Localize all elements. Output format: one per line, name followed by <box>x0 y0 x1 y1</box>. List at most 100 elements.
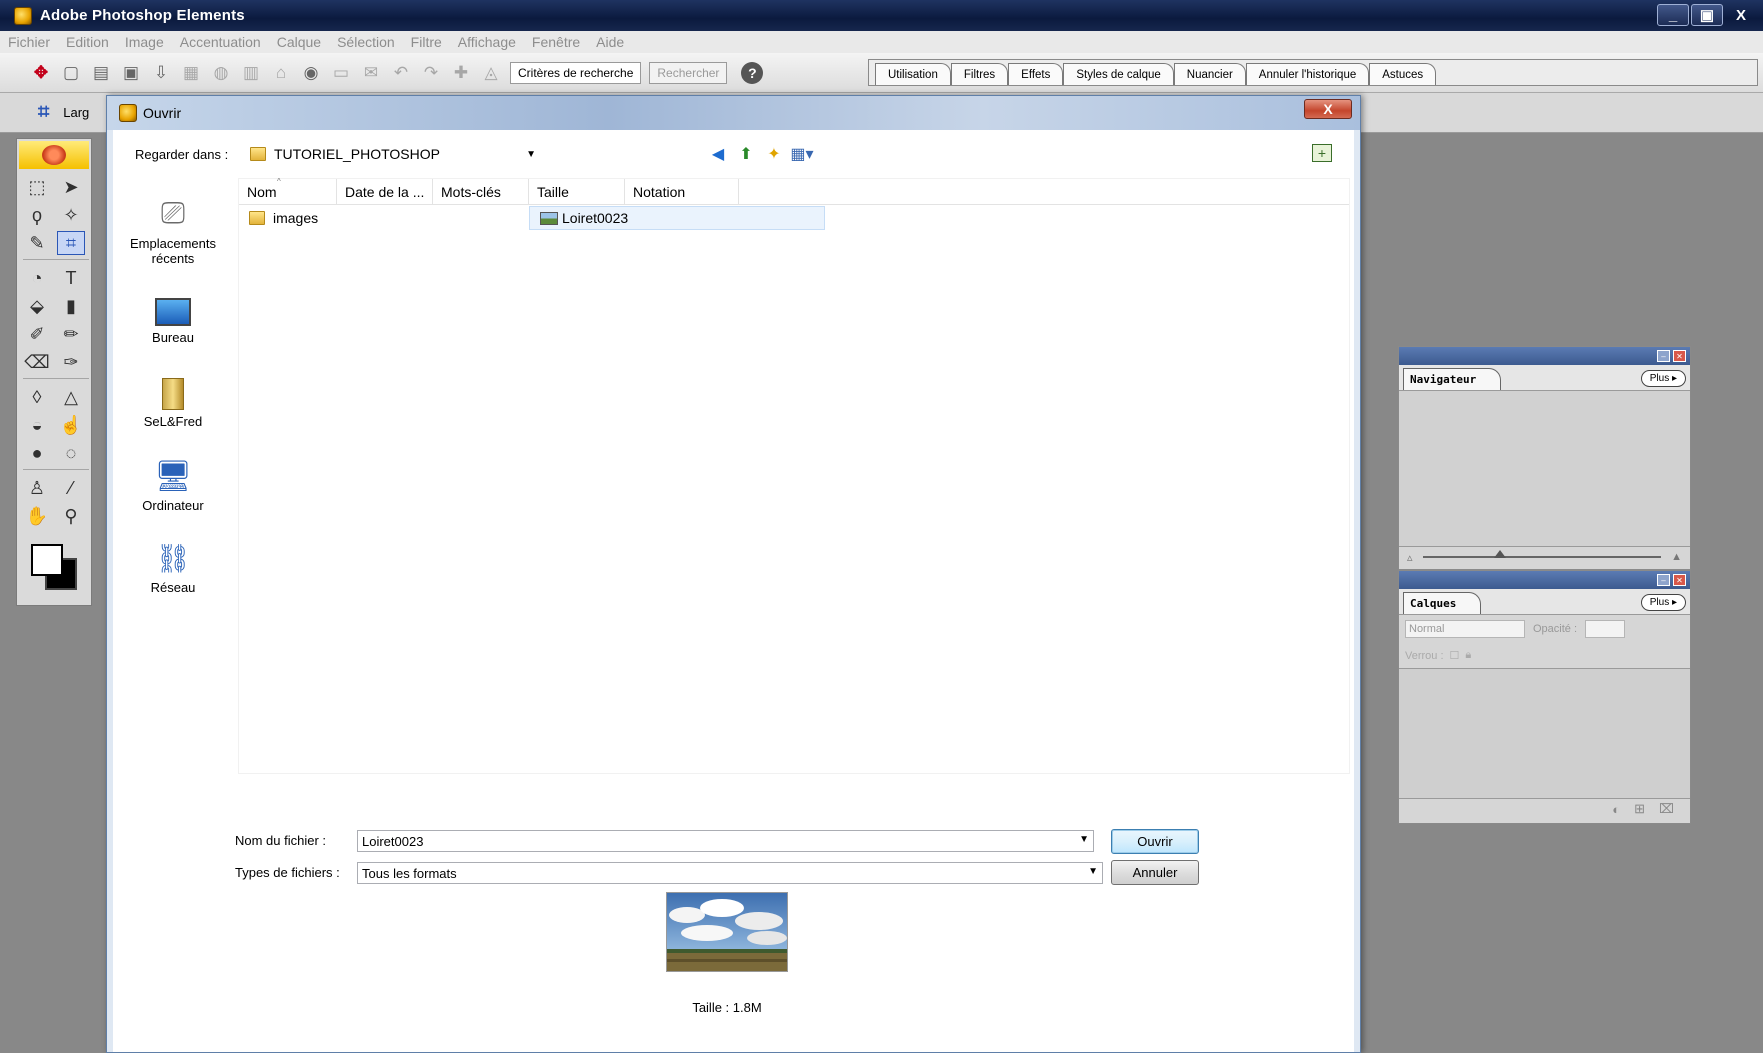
panel-minimize-icon[interactable]: – <box>1657 574 1670 586</box>
auto-icon[interactable]: ◬ <box>480 62 502 84</box>
step-icon[interactable]: ✚ <box>450 62 472 84</box>
print-icon[interactable]: ▭ <box>330 62 352 84</box>
menu-calque[interactable]: Calque <box>277 34 321 50</box>
zoom-out-icon[interactable]: ▵ <box>1407 551 1413 564</box>
restore-button[interactable]: ▣ <box>1691 4 1723 26</box>
undo-icon[interactable]: ↶ <box>390 62 412 84</box>
help-icon[interactable]: ? <box>741 61 764 84</box>
layers-tab[interactable]: Calques <box>1403 592 1482 614</box>
place-recent[interactable]: ⎚ Emplacements récents <box>113 196 233 266</box>
menu-filtre[interactable]: Filtre <box>411 34 442 50</box>
cancel-button[interactable]: Annuler <box>1111 860 1199 885</box>
add-folder-icon[interactable]: + <box>1312 144 1332 162</box>
type-tool-icon[interactable]: T <box>57 266 85 290</box>
menu-affichage[interactable]: Affichage <box>458 34 516 50</box>
save-web-icon[interactable]: ◍ <box>210 62 232 84</box>
blur-tool-icon[interactable]: ◊ <box>23 385 51 409</box>
brush-tool-icon[interactable]: ✐ <box>23 322 51 346</box>
sponge-tool-icon[interactable]: ◒ <box>23 413 51 437</box>
gradient-tool-icon[interactable]: ▮ <box>57 294 85 318</box>
lasso-tool-icon[interactable]: ϙ <box>23 203 51 227</box>
column-header-rating[interactable]: Notation <box>625 179 739 205</box>
navigator-more-button[interactable]: Plus ▸ <box>1640 370 1686 387</box>
impressionist-tool-icon[interactable]: ✑ <box>57 350 85 374</box>
marquee-tool-icon[interactable]: ⬚ <box>23 175 51 199</box>
filetype-select[interactable]: Tous les formats ▼ <box>357 862 1103 884</box>
column-header-date[interactable]: Date de la ... <box>337 179 433 205</box>
save-icon[interactable]: ▦ <box>180 62 202 84</box>
lock-all-icon[interactable]: 🔒︎ <box>1465 649 1471 662</box>
new-file-icon[interactable]: ▢ <box>60 62 82 84</box>
eyedropper-tool-icon[interactable]: ⁄ <box>57 476 85 500</box>
new-layer-icon[interactable]: ⊞ <box>1634 801 1645 817</box>
palette-tab-effets[interactable]: Effets <box>1008 63 1064 85</box>
filename-input[interactable]: Loiret0023 ▼ <box>357 830 1094 852</box>
selection-brush-tool-icon[interactable]: ✎ <box>23 231 51 255</box>
zoom-in-icon[interactable]: ▲ <box>1671 551 1682 563</box>
column-header-keywords[interactable]: Mots-clés <box>433 179 529 205</box>
search-button[interactable]: Rechercher <box>649 61 728 84</box>
layers-more-button[interactable]: Plus ▸ <box>1640 594 1686 611</box>
lock-transparency-icon[interactable]: ☐ <box>1450 649 1460 662</box>
back-icon[interactable]: ◀ <box>708 144 728 164</box>
zoom-tool-icon[interactable]: ⚲ <box>57 504 85 528</box>
zoom-slider[interactable] <box>1422 550 1662 558</box>
magic-wand-tool-icon[interactable]: ✧ <box>57 203 85 227</box>
look-in-select[interactable]: TUTORIEL_PHOTOSHOP ▼ ◀ ⬆ ✦ ▦▾ <box>250 142 814 166</box>
minimize-button[interactable]: _ <box>1657 4 1689 26</box>
palette-tab-utilisation[interactable]: Utilisation <box>875 63 951 85</box>
palette-tab-historique[interactable]: Annuler l'historique <box>1245 63 1370 85</box>
panel-close-icon[interactable]: ✕ <box>1673 574 1686 586</box>
redo-icon[interactable]: ↷ <box>420 62 442 84</box>
move-tool-icon[interactable]: ➤ <box>57 175 85 199</box>
attach-icon[interactable]: ⌂ <box>270 62 292 84</box>
foreground-color-swatch[interactable] <box>31 544 63 576</box>
palette-tab-styles[interactable]: Styles de calque <box>1063 63 1174 85</box>
dodge-tool-icon[interactable]: ● <box>23 441 51 465</box>
online-services-icon[interactable]: ✉ <box>360 62 382 84</box>
clone-stamp-tool-icon[interactable]: ♙ <box>23 476 51 500</box>
column-header-name[interactable]: ^ Nom <box>239 177 337 205</box>
shape-tool-icon[interactable]: ◌ <box>57 441 85 465</box>
menu-accentuation[interactable]: Accentuation <box>180 34 261 50</box>
sharpen-tool-icon[interactable]: △ <box>57 385 85 409</box>
place-computer[interactable]: 🖥︎ Ordinateur <box>113 458 233 514</box>
paint-bucket-tool-icon[interactable]: ⬙ <box>23 294 51 318</box>
close-app-button[interactable]: X <box>1725 4 1757 26</box>
quick-fix-icon[interactable]: ◉ <box>300 62 322 84</box>
opacity-field[interactable] <box>1585 620 1626 638</box>
browse-icon[interactable]: ▣ <box>120 62 142 84</box>
panel-minimize-icon[interactable]: – <box>1657 350 1670 362</box>
place-user[interactable]: SeL&Fred <box>113 378 233 429</box>
palette-tab-astuces[interactable]: Astuces <box>1369 63 1437 85</box>
eraser-tool-icon[interactable]: ⌫ <box>23 350 51 374</box>
redeye-tool-icon[interactable]: ◔ <box>23 266 51 290</box>
crop-icon[interactable]: ⌗ <box>38 101 49 124</box>
open-file-icon[interactable]: ▤ <box>90 62 112 84</box>
pdf-icon[interactable]: ▥ <box>240 62 262 84</box>
list-item-file-selected[interactable]: Loiret0023 <box>529 206 825 230</box>
column-header-size[interactable]: Taille <box>529 179 625 205</box>
menu-edition[interactable]: Edition <box>66 34 109 50</box>
list-item-folder[interactable]: images <box>239 206 339 230</box>
menu-image[interactable]: Image <box>125 34 164 50</box>
place-desktop[interactable]: Bureau <box>113 298 233 345</box>
delete-layer-icon[interactable]: ⌧ <box>1659 801 1674 817</box>
views-menu-icon[interactable]: ▦▾ <box>790 144 813 164</box>
dialog-close-button[interactable]: X <box>1304 99 1352 119</box>
smudge-tool-icon[interactable]: ☝ <box>57 413 85 437</box>
up-folder-icon[interactable]: ⬆ <box>736 144 756 164</box>
menu-selection[interactable]: Sélection <box>337 34 395 50</box>
adjustment-layer-icon[interactable]: ◐ <box>1612 802 1620 817</box>
panel-close-icon[interactable]: ✕ <box>1673 350 1686 362</box>
crop-tool-icon[interactable]: ⌗ <box>57 231 85 255</box>
palette-tab-filtres[interactable]: Filtres <box>950 63 1009 85</box>
import-icon[interactable]: ⇩ <box>150 62 172 84</box>
navigator-tab[interactable]: Navigateur <box>1403 368 1502 390</box>
place-network[interactable]: ⛓︎ Réseau <box>113 540 233 596</box>
menu-fenetre[interactable]: Fenêtre <box>532 34 580 50</box>
menu-fichier[interactable]: Fichier <box>8 34 50 50</box>
blend-mode-select[interactable]: Normal <box>1405 620 1525 638</box>
open-button[interactable]: Ouvrir <box>1111 829 1199 854</box>
search-criteria-field[interactable]: Critères de recherche <box>510 61 642 84</box>
